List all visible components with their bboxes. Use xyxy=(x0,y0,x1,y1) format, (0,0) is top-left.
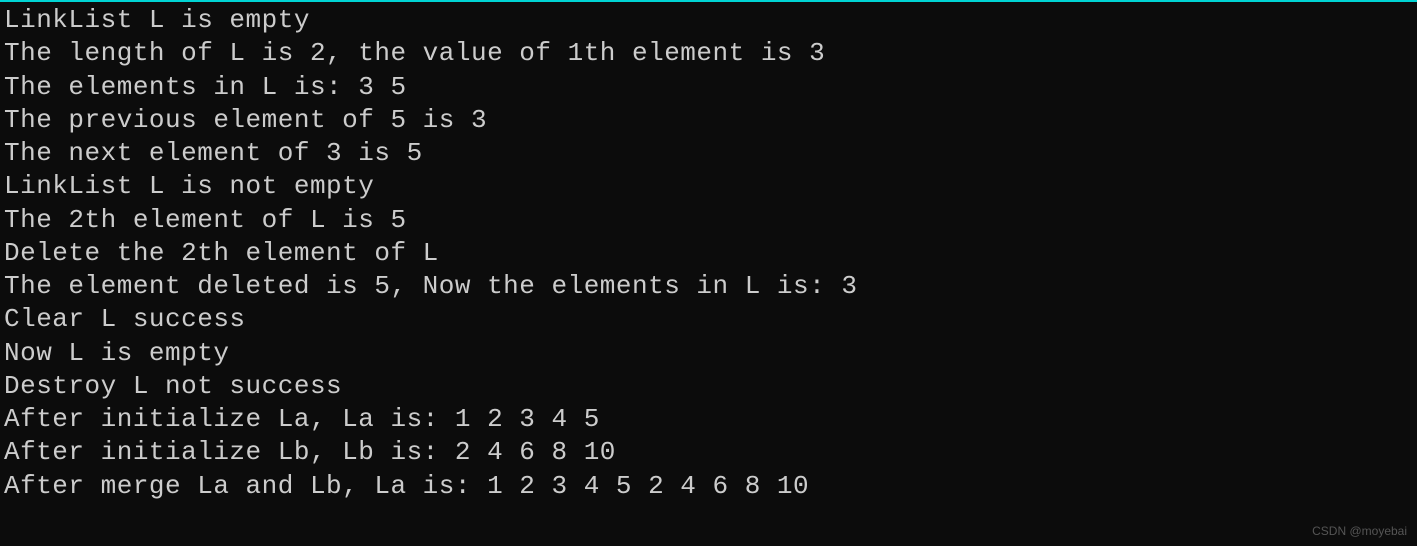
terminal-line: Now L is empty xyxy=(4,337,1413,370)
watermark: CSDN @moyebai xyxy=(1312,524,1407,538)
terminal-line: After merge La and Lb, La is: 1 2 3 4 5 … xyxy=(4,470,1413,503)
terminal-line: Delete the 2th element of L xyxy=(4,237,1413,270)
terminal-line: Destroy L not success xyxy=(4,370,1413,403)
terminal-line: The previous element of 5 is 3 xyxy=(4,104,1413,137)
terminal-line: The elements in L is: 3 5 xyxy=(4,71,1413,104)
terminal-line: The length of L is 2, the value of 1th e… xyxy=(4,37,1413,70)
terminal-line: The element deleted is 5, Now the elemen… xyxy=(4,270,1413,303)
terminal-line: The next element of 3 is 5 xyxy=(4,137,1413,170)
terminal-line: After initialize La, La is: 1 2 3 4 5 xyxy=(4,403,1413,436)
terminal-line: LinkList L is not empty xyxy=(4,170,1413,203)
terminal-line: The 2th element of L is 5 xyxy=(4,204,1413,237)
terminal-line: LinkList L is empty xyxy=(4,4,1413,37)
terminal-output: LinkList L is empty The length of L is 2… xyxy=(4,4,1413,503)
terminal-line: After initialize Lb, Lb is: 2 4 6 8 10 xyxy=(4,436,1413,469)
terminal-line: Clear L success xyxy=(4,303,1413,336)
